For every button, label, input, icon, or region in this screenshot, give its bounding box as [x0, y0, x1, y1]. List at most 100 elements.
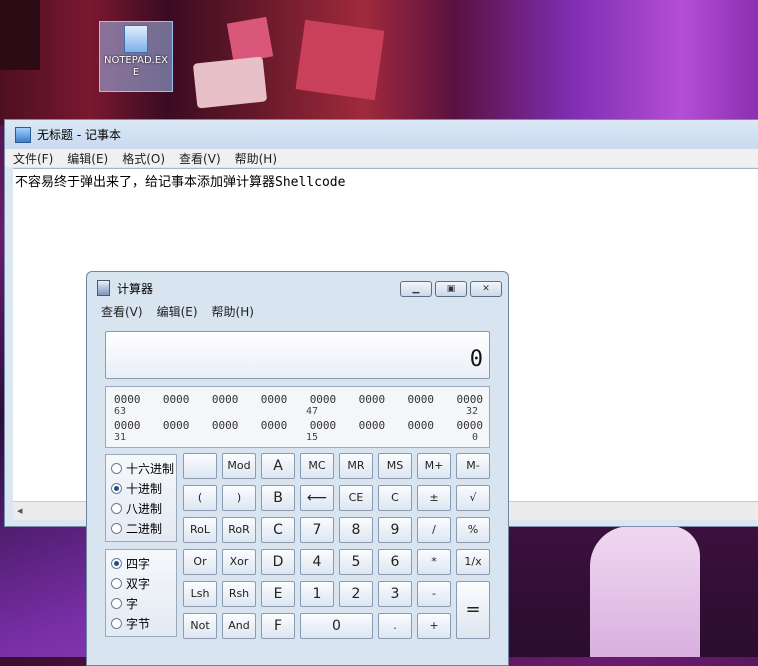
bit-label: 63	[114, 406, 127, 417]
key-7[interactable]: 7	[300, 517, 334, 543]
radio-byte[interactable]: 字节	[106, 613, 176, 633]
bit-group[interactable]: 0000	[359, 393, 386, 406]
notepad-content: 不容易终于弹出来了，给记事本添加弹计算器Shellcode	[15, 175, 346, 190]
bit-group[interactable]: 0000	[114, 419, 141, 432]
key-plus-minus[interactable]: ±	[417, 485, 451, 511]
bit-group[interactable]: 0000	[456, 419, 483, 432]
key-open-paren[interactable]: (	[183, 485, 217, 511]
key-b[interactable]: B	[261, 485, 295, 511]
key-rsh[interactable]: Rsh	[222, 581, 256, 607]
menu-help[interactable]: 帮助(H)	[212, 303, 254, 320]
bit-group[interactable]: 0000	[310, 419, 337, 432]
wallpaper-figure	[590, 526, 700, 657]
bit-group[interactable]: 0000	[408, 393, 435, 406]
bit-group[interactable]: 0000	[408, 419, 435, 432]
key-xor[interactable]: Xor	[222, 549, 256, 575]
maximize-button[interactable]: ▣	[435, 281, 467, 297]
key-8[interactable]: 8	[339, 517, 373, 543]
key-rol[interactable]: RoL	[183, 517, 217, 543]
key-decimal[interactable]: .	[378, 613, 412, 639]
key-not[interactable]: Not	[183, 613, 217, 639]
menu-file[interactable]: 文件(F)	[13, 150, 53, 167]
key-blank	[183, 453, 217, 479]
radio-dot	[111, 617, 122, 629]
key-ms[interactable]: MS	[378, 453, 412, 479]
key-mod[interactable]: Mod	[222, 453, 256, 479]
radio-label: 八进制	[126, 501, 163, 516]
bit-group[interactable]: 0000	[456, 393, 483, 406]
key-6[interactable]: 6	[378, 549, 412, 575]
wallpaper-poster	[295, 19, 385, 101]
radio-label: 二进制	[126, 521, 163, 536]
key-1[interactable]: 1	[300, 581, 334, 607]
bit-group[interactable]: 0000	[310, 393, 337, 406]
key-close-paren[interactable]: )	[222, 485, 256, 511]
key-mplus[interactable]: M+	[417, 453, 451, 479]
calculator-display: 0	[105, 331, 490, 379]
radio-bin[interactable]: 二进制	[106, 518, 176, 538]
key-mr[interactable]: MR	[339, 453, 373, 479]
notepad-icon	[15, 126, 31, 143]
key-mc[interactable]: MC	[300, 453, 334, 479]
menu-edit[interactable]: 编辑(E)	[67, 150, 108, 167]
backspace-icon[interactable]: ⟵	[300, 485, 334, 511]
key-reciprocal[interactable]: 1/x	[456, 549, 490, 575]
radio-dot-selected	[111, 557, 122, 569]
key-e[interactable]: E	[261, 581, 295, 607]
key-mminus[interactable]: M-	[456, 453, 490, 479]
notepad-titlebar[interactable]: 无标题 - 记事本	[5, 120, 758, 149]
bit-group[interactable]: 0000	[359, 419, 386, 432]
menu-edit[interactable]: 编辑(E)	[157, 303, 198, 320]
desktop-icon-notepad[interactable]: NOTEPAD.EXE	[99, 21, 173, 92]
key-4[interactable]: 4	[300, 549, 334, 575]
menu-format[interactable]: 格式(O)	[122, 150, 165, 167]
key-a[interactable]: A	[261, 453, 295, 479]
key-d[interactable]: D	[261, 549, 295, 575]
bit-group[interactable]: 0000	[261, 419, 288, 432]
bit-group[interactable]: 0000	[261, 393, 288, 406]
number-base-group: 十六进制 十进制 八进制 二进制	[105, 454, 177, 542]
key-or[interactable]: Or	[183, 549, 217, 575]
minimize-button[interactable]: ▁	[400, 281, 432, 297]
bit-group[interactable]: 0000	[212, 393, 239, 406]
radio-qword[interactable]: 四字	[106, 553, 176, 573]
radio-dec[interactable]: 十进制	[106, 478, 176, 498]
bit-group[interactable]: 0000	[163, 393, 190, 406]
wallpaper-sign	[0, 0, 40, 70]
key-0[interactable]: 0	[300, 613, 373, 639]
key-ce[interactable]: CE	[339, 485, 373, 511]
key-and[interactable]: And	[222, 613, 256, 639]
bit-group[interactable]: 0000	[163, 419, 190, 432]
key-plus[interactable]: +	[417, 613, 451, 639]
bit-group[interactable]: 0000	[114, 393, 141, 406]
key-lsh[interactable]: Lsh	[183, 581, 217, 607]
radio-dot	[111, 522, 122, 534]
key-9[interactable]: 9	[378, 517, 412, 543]
key-5[interactable]: 5	[339, 549, 373, 575]
menu-help[interactable]: 帮助(H)	[235, 150, 277, 167]
menu-view[interactable]: 查看(V)	[101, 303, 143, 320]
key-multiply[interactable]: *	[417, 549, 451, 575]
key-ror[interactable]: RoR	[222, 517, 256, 543]
key-hex-c[interactable]: C	[261, 517, 295, 543]
scroll-left-icon[interactable]: ◂	[17, 504, 23, 517]
bit-row-upper: 0000 0000 0000 0000 0000 0000 0000 0000	[114, 393, 483, 406]
calculator-titlebar[interactable]: 计算器 ▁ ▣ ✕	[87, 272, 508, 304]
close-button[interactable]: ✕	[470, 281, 502, 297]
key-percent[interactable]: %	[456, 517, 490, 543]
bit-group[interactable]: 0000	[212, 419, 239, 432]
key-equals[interactable]: =	[456, 581, 490, 639]
key-2[interactable]: 2	[339, 581, 373, 607]
key-divide[interactable]: /	[417, 517, 451, 543]
radio-oct[interactable]: 八进制	[106, 498, 176, 518]
radio-dot	[111, 502, 122, 514]
key-f[interactable]: F	[261, 613, 295, 639]
radio-word[interactable]: 字	[106, 593, 176, 613]
key-minus[interactable]: -	[417, 581, 451, 607]
key-c[interactable]: C	[378, 485, 412, 511]
key-sqrt[interactable]: √	[456, 485, 490, 511]
radio-dword[interactable]: 双字	[106, 573, 176, 593]
key-3[interactable]: 3	[378, 581, 412, 607]
radio-hex[interactable]: 十六进制	[106, 458, 176, 478]
menu-view[interactable]: 查看(V)	[179, 150, 221, 167]
